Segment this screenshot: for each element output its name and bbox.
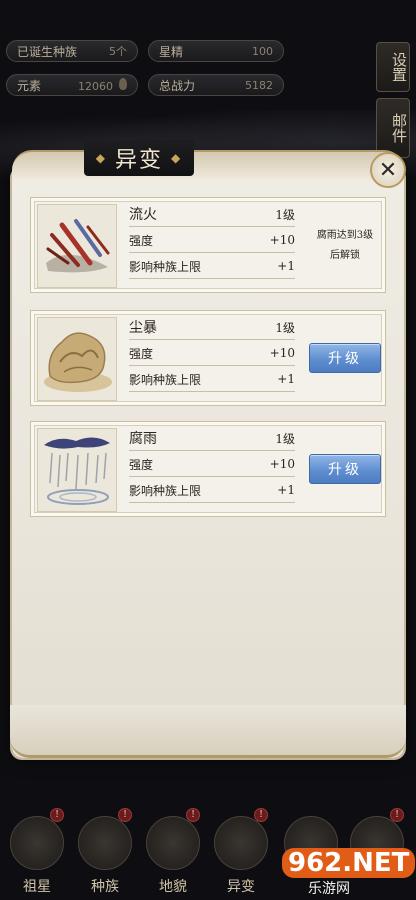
stat-value: +10 [269, 233, 295, 247]
alert-badge: ! [254, 808, 268, 822]
corrosive-rain-image [37, 428, 117, 512]
stat-label: 强度 [129, 457, 154, 472]
mutation-card-flowing-fire: 流火 1级 强度 +10 影响种族上限 +1 腐雨达到3级 后解锁 [30, 197, 386, 293]
mutation-stat-row: 影响种族上限 +1 [129, 367, 295, 392]
nav-mutation[interactable]: ! 异变 [212, 808, 270, 900]
panel-scroll-top [12, 150, 404, 180]
ornament-icon: ◆ [95, 151, 107, 165]
stat-label: 强度 [129, 233, 154, 248]
stat-total-power: 总战力 5182 [148, 74, 284, 96]
stat-label: 已诞生种族 [17, 44, 78, 59]
stat-label: 影响种族上限 [129, 483, 202, 498]
alert-badge: ! [186, 808, 200, 822]
mutation-stat-row: 影响种族上限 +1 [129, 478, 295, 503]
stat-value: 100 [252, 44, 273, 58]
creature-icon [78, 816, 132, 870]
close-icon: ✕ [378, 157, 398, 183]
stat-races-born: 已诞生种族 5个 [6, 40, 138, 62]
mutation-card-corrosive-rain: 腐雨 1级 强度 +10 影响种族上限 +1 升级 [30, 421, 386, 517]
nav-terrain[interactable]: ! 地貌 [144, 808, 202, 900]
mutation-level: 1级 [275, 431, 295, 446]
mail-button[interactable]: 邮件 [376, 98, 410, 158]
flowing-fire-image [37, 204, 117, 288]
mutation-name-row: 流火 1级 [129, 202, 295, 227]
stat-label: 影响种族上限 [129, 259, 202, 274]
ornament-icon: ◆ [171, 151, 183, 165]
panel-title: 异变 [114, 148, 163, 173]
mutation-card-dust-storm: 尘暴 1级 强度 +10 影响种族上限 +1 升级 [30, 310, 386, 406]
stat-value: +10 [269, 346, 295, 360]
stat-value: +1 [277, 483, 295, 497]
stat-label: 星精 [159, 44, 184, 59]
watermark-logo: 962.NET [282, 848, 416, 878]
stat-elements: 元素 12060 [6, 74, 138, 96]
planet-icon [10, 816, 64, 870]
nav-label: 地貌 [159, 879, 187, 895]
stat-star-essence: 星精 100 [148, 40, 284, 62]
alert-badge: ! [390, 808, 404, 822]
stat-label: 影响种族上限 [129, 372, 202, 387]
mutation-name-row: 尘暴 1级 [129, 315, 295, 340]
upgrade-button[interactable]: 升级 [309, 454, 381, 484]
stat-value: +10 [269, 457, 295, 471]
unlock-requirement: 腐雨达到3级 后解锁 [316, 230, 374, 261]
stat-label: 强度 [129, 346, 154, 361]
mutation-stat-row: 强度 +10 [129, 341, 295, 366]
panel-title-banner: ◆ 异变 ◆ [84, 140, 194, 176]
alert-badge: ! [118, 808, 132, 822]
mutation-stat-row: 强度 +10 [129, 452, 295, 477]
close-button[interactable]: ✕ [370, 152, 406, 188]
mutation-stat-row: 强度 +10 [129, 228, 295, 253]
stat-value: 5182 [245, 78, 273, 92]
stat-label: 总战力 [159, 78, 196, 93]
mutation-name: 流火 [129, 207, 157, 223]
mutation-name: 尘暴 [129, 320, 157, 336]
stat-value: +1 [277, 259, 295, 273]
mutation-level: 1级 [275, 207, 295, 222]
mutation-stat-row: 影响种族上限 +1 [129, 254, 295, 279]
nav-label: 种族 [91, 879, 119, 895]
upgrade-button[interactable]: 升级 [309, 343, 381, 373]
nav-ancestral-star[interactable]: ! 祖星 [8, 808, 66, 900]
alert-badge: ! [50, 808, 64, 822]
stat-value: +1 [277, 372, 295, 386]
mutation-name: 腐雨 [129, 431, 157, 447]
swirl-icon [214, 816, 268, 870]
nav-race[interactable]: ! 种族 [76, 808, 134, 900]
watermark-text: 乐游网 [308, 881, 350, 897]
stat-value: 12060 [78, 77, 127, 93]
mutation-name-row: 腐雨 1级 [129, 426, 295, 451]
panel-scroll-bottom [10, 705, 406, 758]
dust-storm-image [37, 317, 117, 401]
nav-label: 异变 [227, 879, 255, 895]
settings-button[interactable]: 设置 [376, 42, 410, 92]
drop-icon [119, 77, 127, 90]
stat-label: 元素 [17, 78, 42, 93]
mutation-level: 1级 [275, 320, 295, 335]
mountain-icon [146, 816, 200, 870]
watermark: 962.NET 乐游网 [282, 848, 416, 897]
stat-value: 5个 [109, 45, 127, 58]
nav-label: 祖星 [23, 879, 51, 895]
